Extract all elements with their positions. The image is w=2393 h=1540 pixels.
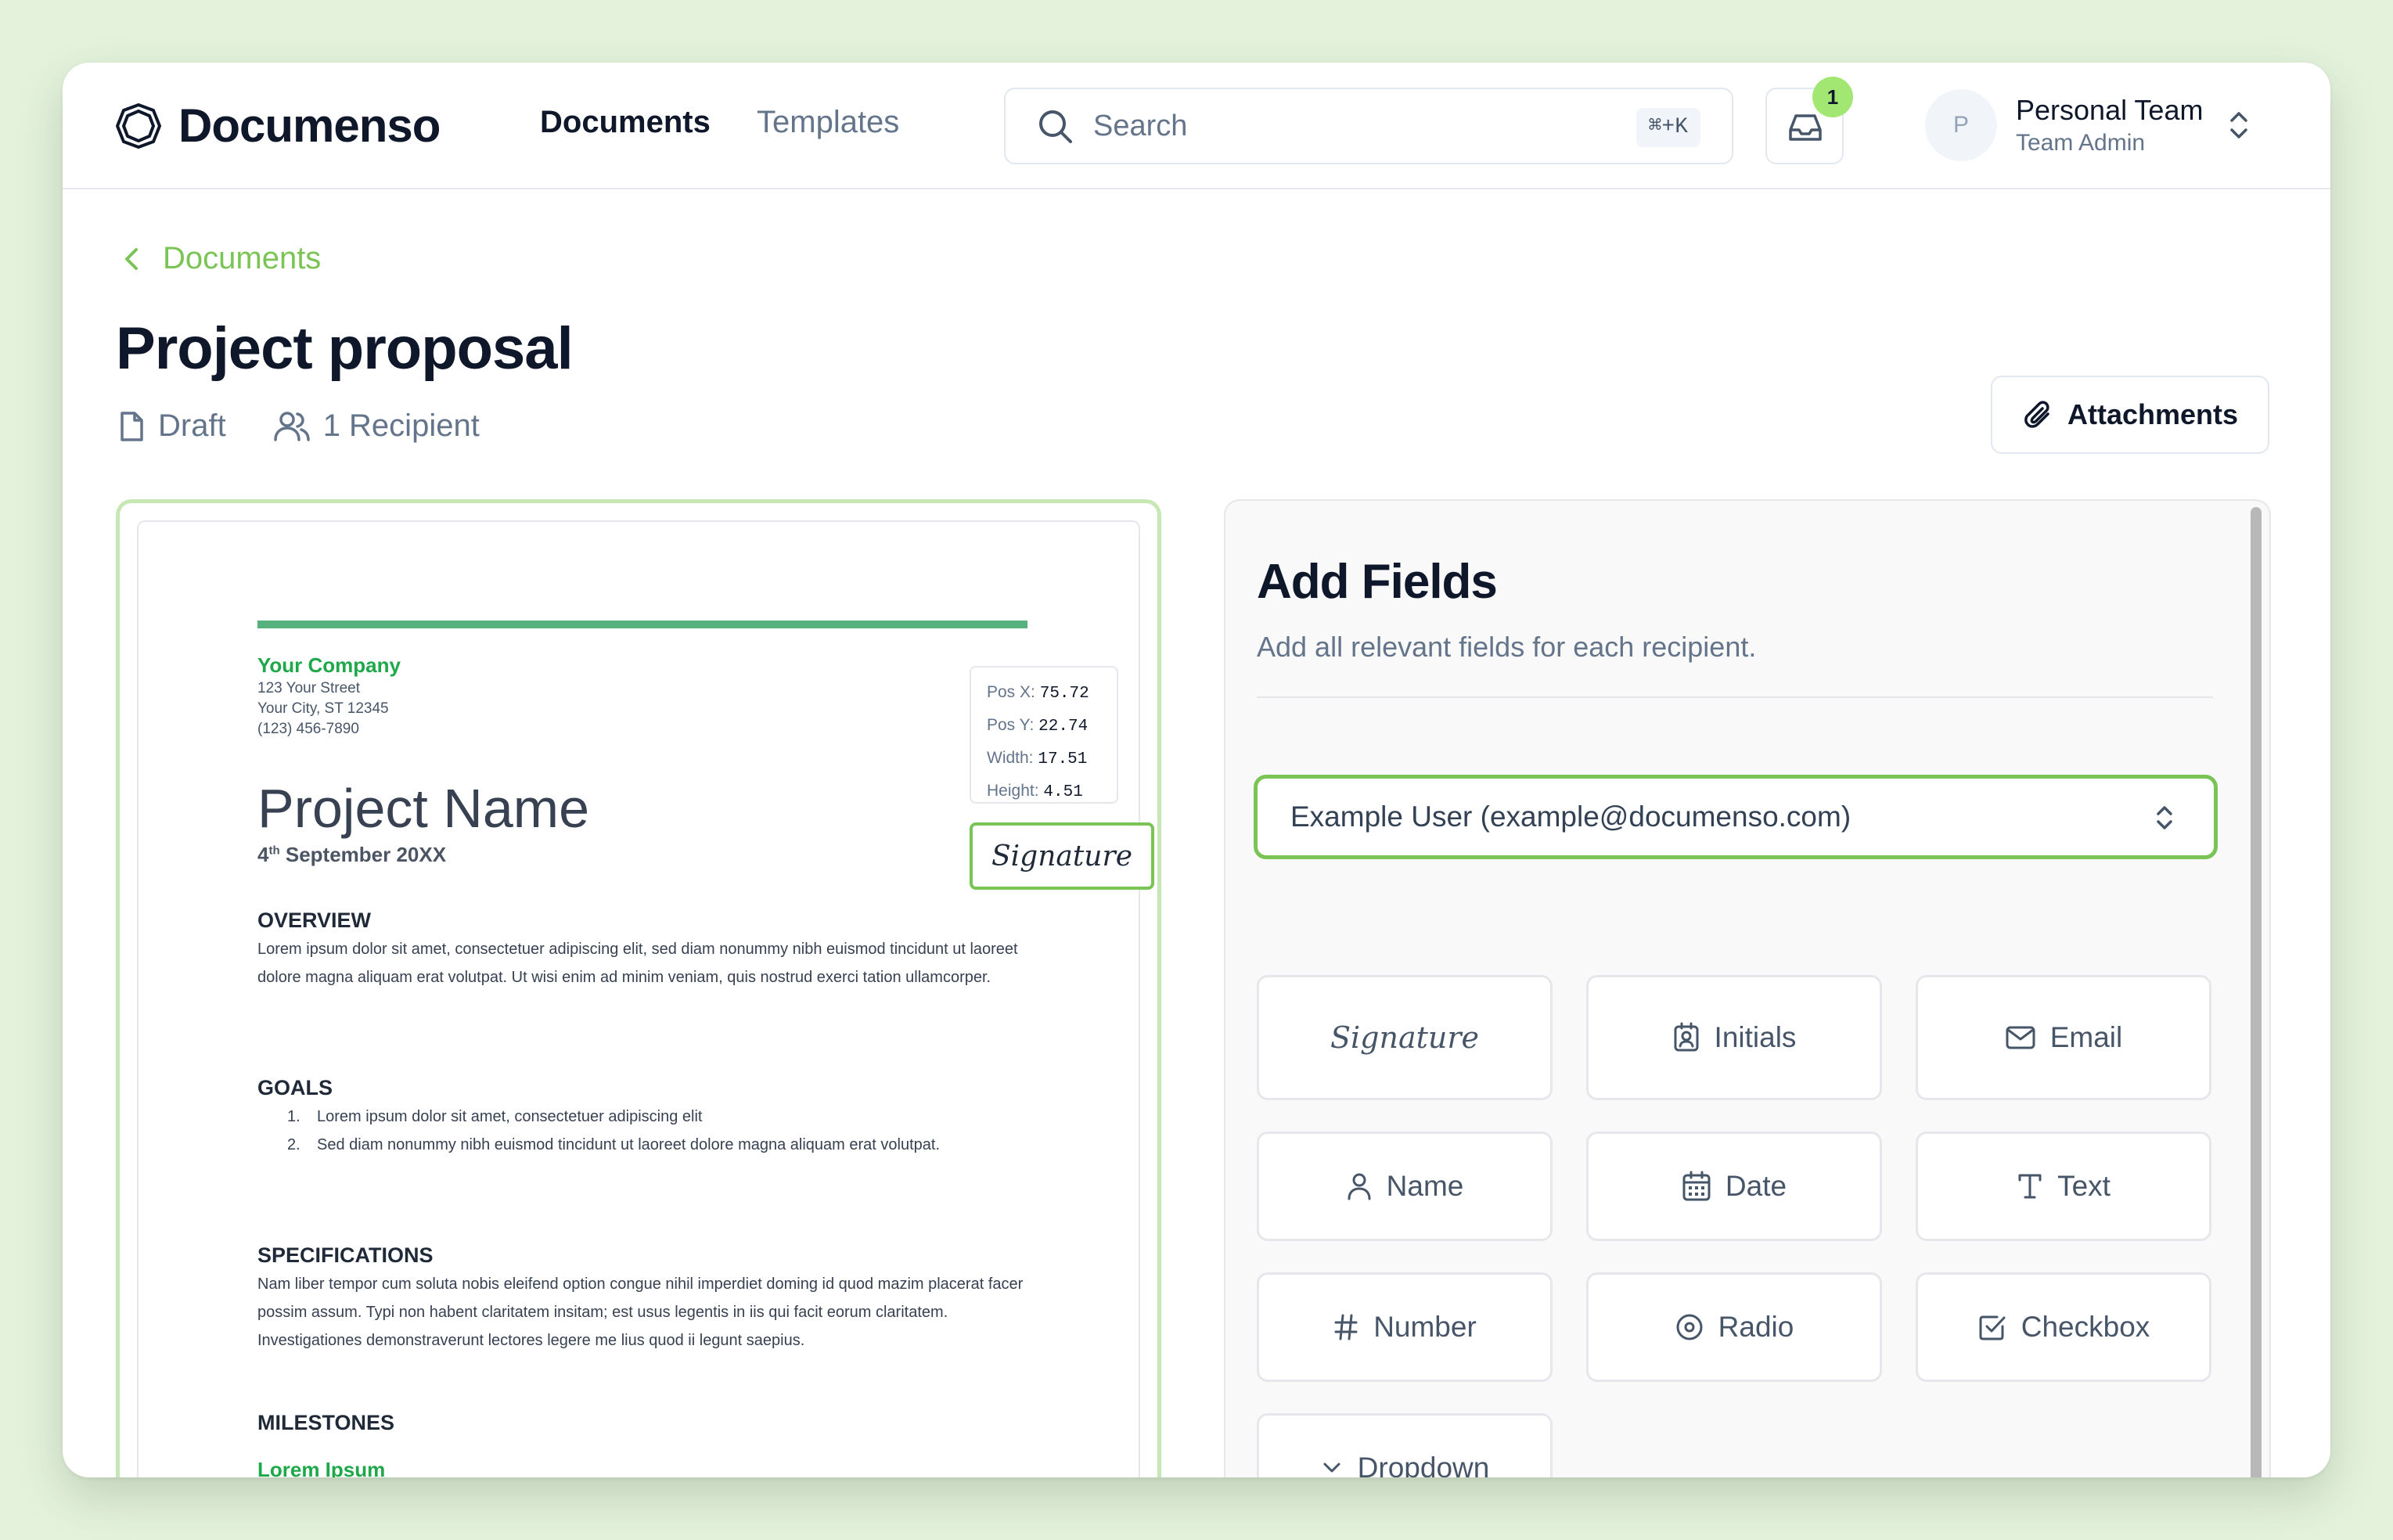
- inbox-icon: [1789, 114, 1822, 141]
- dropdown-label: Dropdown: [1357, 1452, 1490, 1477]
- list-item: 2. Sed diam nonummy nibh euismod tincidun…: [287, 1136, 941, 1153]
- recipient-selected-value: Example User (example@documenso.com): [1290, 801, 1851, 833]
- panel-title: Add Fields: [1257, 555, 1498, 609]
- document-page: Your Company 123 Your Street Your City, …: [137, 520, 1154, 1477]
- signature-label: Signature: [1330, 1020, 1480, 1055]
- chevron-up-down-icon: [2157, 806, 2172, 829]
- field-radio-button[interactable]: Radio: [1586, 1272, 1882, 1382]
- contact-icon: [1674, 1022, 1699, 1052]
- field-date-button[interactable]: Date: [1586, 1132, 1882, 1241]
- doc-date: 4th September 20XX: [257, 843, 447, 866]
- search-placeholder: Search: [1093, 110, 1188, 142]
- search-icon: [1039, 110, 1072, 143]
- document-status: Draft: [117, 408, 226, 444]
- field-dropdown-button[interactable]: Dropdown: [1257, 1413, 1553, 1477]
- radio-icon: [1676, 1314, 1703, 1340]
- doc-address-line: (123) 456-7890: [257, 721, 359, 737]
- doc-paragraph: Nam liber tempor cum soluta nobis eleife…: [257, 1276, 1024, 1349]
- attachments-button[interactable]: Attachments: [1991, 376, 2269, 454]
- document-viewer[interactable]: Your Company 123 Your Street Your City, …: [116, 499, 1161, 1477]
- panel-scrollbar[interactable]: [2251, 507, 2262, 1477]
- add-fields-panel: Add Fields Add all relevant fields for e…: [1224, 499, 2271, 1477]
- back-label: Documents: [163, 241, 322, 275]
- field-signature-button[interactable]: Signature: [1257, 975, 1553, 1100]
- field-name-button[interactable]: Name: [1257, 1132, 1553, 1241]
- search-input[interactable]: Search ⌘+K: [1004, 88, 1733, 164]
- mail-icon: [2006, 1026, 2035, 1049]
- field-checkbox-button[interactable]: Checkbox: [1916, 1272, 2211, 1382]
- logo[interactable]: Documenso: [114, 99, 441, 153]
- calendar-icon: [1682, 1171, 1711, 1201]
- field-coordinates-tooltip: Pos X: 75.72 Pos Y: 22.74 Width: 17.51 H…: [970, 666, 1118, 804]
- hash-icon: [1334, 1314, 1358, 1340]
- coord-height: Height: 4.51: [987, 782, 1083, 801]
- signature-field-label: Signature: [991, 840, 1133, 873]
- text-label: Text: [2057, 1170, 2111, 1202]
- list-item: 1. Lorem ipsum dolor sit amet, consectetu…: [287, 1108, 703, 1125]
- placed-signature-field[interactable]: Signature: [970, 822, 1154, 890]
- doc-section-title: GOALS: [257, 1076, 333, 1099]
- chevron-up-down-icon[interactable]: [2226, 108, 2252, 142]
- file-icon: [121, 411, 143, 441]
- paperclip-icon: [2024, 401, 2049, 428]
- users-icon: [273, 411, 310, 441]
- doc-heading: Project Name: [257, 778, 590, 839]
- page-title: Project proposal: [116, 315, 574, 382]
- recipient-select[interactable]: Example User (example@documenso.com): [1254, 775, 2218, 859]
- name-label: Name: [1386, 1170, 1464, 1202]
- number-label: Number: [1373, 1311, 1477, 1343]
- recipients-text: 1 Recipient: [322, 408, 480, 443]
- doc-goals-list: 1. Lorem ipsum dolor sit amet, consectetu…: [287, 1103, 991, 1159]
- chevron-left-icon: [125, 247, 138, 270]
- coord-pos-y: Pos Y: 22.74: [987, 716, 1089, 736]
- checkbox-label: Checkbox: [2021, 1311, 2150, 1343]
- team-role: Team Admin: [2016, 130, 2146, 156]
- divider: [1257, 696, 2213, 698]
- avatar[interactable]: P: [1925, 89, 1997, 161]
- date-label: Date: [1725, 1170, 1787, 1202]
- doc-address-line: 123 Your Street: [257, 680, 360, 696]
- status-text: Draft: [158, 408, 226, 443]
- doc-section-title: OVERVIEW: [257, 909, 372, 932]
- field-initials-button[interactable]: Initials: [1586, 975, 1882, 1100]
- checkbox-icon: [1979, 1315, 2006, 1340]
- team-name[interactable]: Personal Team: [2016, 94, 2203, 127]
- email-label: Email: [2049, 1021, 2123, 1053]
- radio-label: Radio: [1718, 1311, 1794, 1343]
- nav-documents-link[interactable]: Documents: [540, 105, 711, 140]
- top-navigation-bar: Documenso Documents Templates Search ⌘+K…: [63, 63, 2330, 189]
- type-icon: [2018, 1174, 2042, 1199]
- doc-section-title: SPECIFICATIONS: [257, 1243, 434, 1267]
- coord-width: Width: 17.51: [987, 749, 1088, 768]
- app-window: Documenso Documents Templates Search ⌘+K…: [63, 63, 2330, 1477]
- app-name: Documenso: [178, 99, 441, 152]
- field-email-button[interactable]: Email: [1916, 975, 2211, 1100]
- chevron-down-icon: [1323, 1463, 1340, 1473]
- field-text-button[interactable]: Text: [1916, 1132, 2211, 1241]
- user-icon: [1348, 1173, 1371, 1200]
- document-recipients: 1 Recipient: [273, 408, 480, 444]
- inbox-count-badge: 1: [1812, 77, 1853, 117]
- initials-label: Initials: [1714, 1021, 1797, 1053]
- search-shortcut-badge: ⌘+K: [1636, 108, 1700, 147]
- doc-company-name: Your Company: [257, 653, 401, 677]
- doc-milestone-title: Lorem Ipsum: [257, 1458, 386, 1477]
- document-header-bar: [257, 621, 1027, 628]
- back-to-documents-link[interactable]: Documents: [121, 241, 321, 276]
- documenso-logo-icon: [116, 103, 161, 149]
- nav-templates-link[interactable]: Templates: [757, 105, 899, 140]
- document-meta: Draft 1 Recipient: [117, 408, 527, 444]
- attachments-label: Attachments: [2067, 398, 2239, 430]
- field-number-button[interactable]: Number: [1257, 1272, 1553, 1382]
- panel-subtitle: Add all relevant fields for each recipie…: [1257, 631, 1757, 663]
- doc-address: 123 Your Street Your City, ST 12345 (123…: [257, 678, 389, 739]
- coord-pos-x: Pos X: 75.72: [987, 683, 1089, 703]
- doc-section-title: MILESTONES: [257, 1411, 395, 1434]
- doc-paragraph: Lorem ipsum dolor sit amet, consectetuer…: [257, 941, 1018, 986]
- doc-address-line: Your City, ST 12345: [257, 700, 389, 717]
